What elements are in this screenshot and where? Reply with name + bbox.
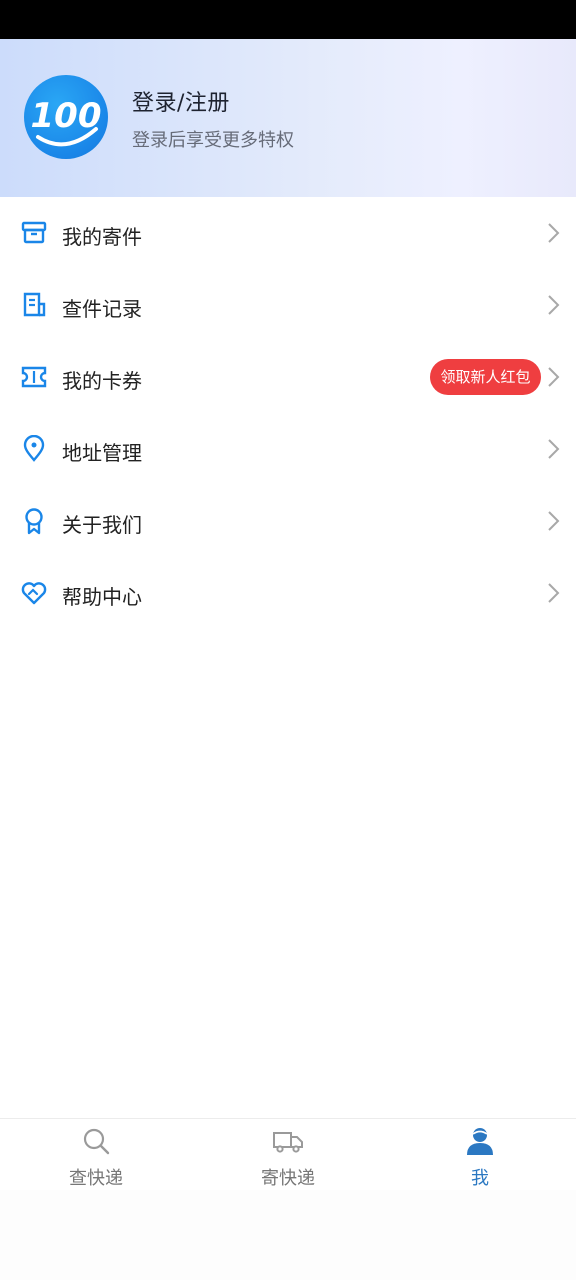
ticket-icon — [21, 366, 47, 388]
menu-item-tracking-history[interactable]: 查件记录 — [0, 269, 576, 341]
logo-text: 100 — [31, 96, 102, 136]
chevron-right-icon — [548, 439, 560, 459]
menu-item-help-center[interactable]: 帮助中心 — [0, 557, 576, 629]
menu-item-about-us[interactable]: 关于我们 — [0, 485, 576, 557]
menu-label: 我的卡券 — [62, 369, 142, 393]
chevron-right-icon — [548, 511, 560, 531]
menu-label: 帮助中心 — [62, 585, 142, 609]
search-icon — [83, 1128, 110, 1155]
login-benefit-subtitle: 登录后享受更多特权 — [132, 130, 294, 151]
menu-label: 查件记录 — [62, 297, 142, 321]
award-ribbon-icon — [25, 508, 43, 535]
chevron-right-icon — [548, 583, 560, 603]
menu-item-address-management[interactable]: 地址管理 — [0, 413, 576, 485]
chevron-right-icon — [548, 223, 560, 243]
chevron-right-icon — [548, 367, 560, 387]
menu-label: 关于我们 — [62, 513, 142, 537]
menu-label: 我的寄件 — [62, 225, 142, 249]
tab-label: 我 — [471, 1168, 489, 1189]
app-logo: 100 — [24, 75, 108, 159]
tab-label: 寄快递 — [261, 1168, 315, 1189]
status-bar — [0, 0, 576, 39]
delivery-truck-icon — [273, 1132, 303, 1153]
receipt-list-icon — [23, 292, 46, 317]
user-avatar-icon — [467, 1128, 493, 1155]
heart-handshake-icon — [21, 582, 47, 605]
menu-item-my-shipments[interactable]: 我的寄件 — [0, 197, 576, 269]
chevron-right-icon — [548, 295, 560, 315]
login-register-title[interactable]: 登录/注册 — [132, 85, 230, 117]
menu-label: 地址管理 — [62, 441, 142, 465]
archive-box-icon — [21, 221, 47, 244]
tab-me[interactable]: 我 — [384, 1119, 576, 1199]
tab-send-express[interactable]: 寄快递 — [192, 1119, 384, 1199]
location-pin-icon — [23, 435, 45, 462]
new-user-redpacket-badge[interactable]: 领取新人红包 — [430, 359, 541, 395]
bottom-safe-area — [0, 1190, 576, 1280]
profile-header[interactable]: 100 登录/注册 登录后享受更多特权 — [0, 39, 576, 197]
tab-track-express[interactable]: 查快递 — [0, 1119, 192, 1199]
menu-list: 我的寄件 查件记录 我的卡券 地址管理 关于我们 帮助中心 领取新人红包 — [0, 197, 576, 629]
tab-label: 查快递 — [69, 1168, 123, 1189]
